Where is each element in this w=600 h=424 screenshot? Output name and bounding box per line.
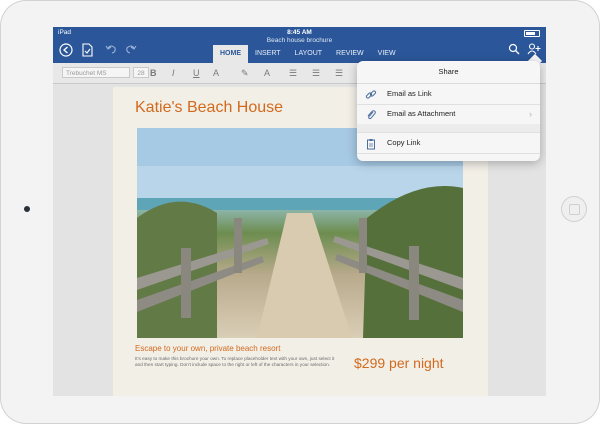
document-body-text: It's easy to make this brochure your own… <box>135 356 335 368</box>
redo-icon[interactable] <box>125 43 137 58</box>
tab-layout[interactable]: LAYOUT <box>288 45 330 63</box>
title-bar: iPad 8:45 AM Beach house brochure HOME I… <box>53 27 546 63</box>
chevron-right-icon: › <box>529 109 532 119</box>
copy-link-item[interactable]: Copy Link <box>357 133 540 154</box>
bold-button[interactable]: B <box>150 67 157 79</box>
email-as-link-item[interactable]: Email as Link <box>357 84 540 105</box>
text-effects-button[interactable]: A <box>213 67 219 79</box>
battery-icon <box>524 30 540 37</box>
popover-separator <box>357 124 540 133</box>
clipboard-icon <box>365 138 377 150</box>
share-popover: Share Email as Link Email as Attachment … <box>357 61 540 161</box>
word-app-screen: iPad 8:45 AM Beach house brochure HOME I… <box>53 27 546 396</box>
italic-button[interactable]: I <box>172 67 175 79</box>
bullets-icon[interactable]: ☰ <box>289 67 297 79</box>
share-title: Share <box>357 61 540 84</box>
email-as-attachment-label: Email as Attachment <box>387 109 456 118</box>
paperclip-icon <box>365 109 377 121</box>
font-color-button[interactable]: A <box>264 67 270 79</box>
front-camera <box>24 206 30 212</box>
undo-icon[interactable] <box>105 43 117 58</box>
email-as-attachment-item[interactable]: Email as Attachment › <box>357 104 540 125</box>
document-subheading: Escape to your own, private beach resort <box>135 344 281 353</box>
link-icon <box>365 89 377 101</box>
document-heading: Katie's Beach House <box>135 99 284 116</box>
tab-insert[interactable]: INSERT <box>248 45 288 63</box>
back-arrow-icon[interactable] <box>59 43 73 60</box>
tab-home[interactable]: HOME <box>213 45 248 63</box>
numbering-icon[interactable]: ☰ <box>312 67 320 79</box>
font-name-field[interactable]: Trebuchet MS <box>62 67 130 78</box>
document-save-icon[interactable] <box>81 43 93 60</box>
copy-link-label: Copy Link <box>387 138 421 147</box>
home-button[interactable] <box>561 196 587 222</box>
price-text: $299 per night <box>354 355 444 371</box>
highlight-icon[interactable]: ✎ <box>241 67 249 79</box>
indent-icon[interactable]: ☰ <box>335 67 343 79</box>
status-time: 8:45 AM <box>287 29 312 36</box>
underline-button[interactable]: U <box>193 67 200 79</box>
font-size-field[interactable]: 28 <box>133 67 149 78</box>
search-icon[interactable] <box>508 43 520 58</box>
email-as-link-label: Email as Link <box>387 89 432 98</box>
